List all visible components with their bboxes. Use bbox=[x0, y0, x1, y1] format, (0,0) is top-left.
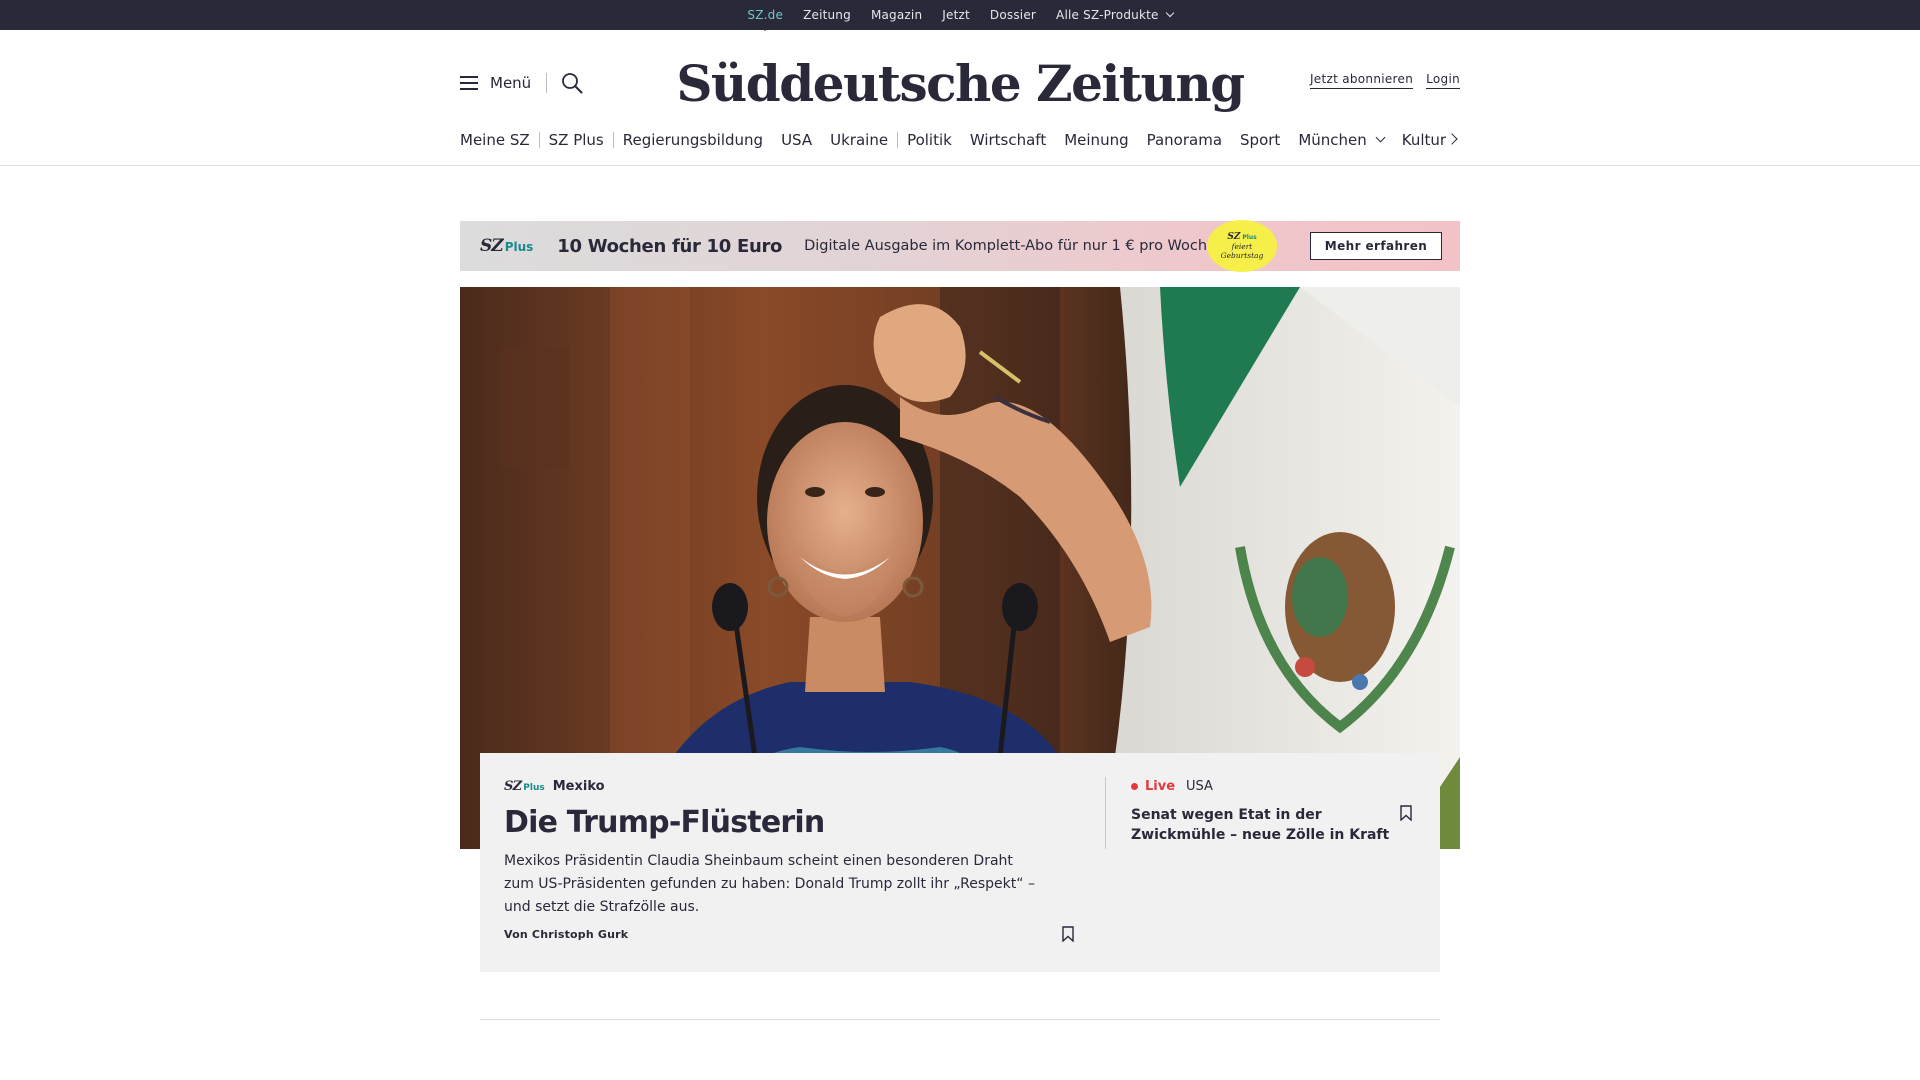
topbar-link-szde[interactable]: SZ.de bbox=[747, 8, 783, 31]
topbar-link-magazin[interactable]: Magazin bbox=[871, 8, 922, 22]
badge-line-1: feiert bbox=[1231, 242, 1253, 251]
badge-brand-sz: SZ bbox=[1227, 232, 1241, 242]
main-nav: Meine SZ SZ Plus Regierungsbildung USA U… bbox=[460, 126, 1460, 154]
header-divider bbox=[546, 73, 547, 93]
bookmark-icon[interactable] bbox=[1400, 805, 1412, 821]
header-divider-line bbox=[0, 165, 1920, 166]
menu-button[interactable]: Menü bbox=[460, 74, 531, 92]
nav-item-wirtschaft[interactable]: Wirtschaft bbox=[961, 131, 1055, 149]
card-brand-plus: Plus bbox=[523, 783, 545, 793]
sz-plus-badge: SZ Plus bbox=[504, 779, 545, 794]
promo-brand-sz: SZ bbox=[480, 236, 504, 256]
topbar-link-dossier[interactable]: Dossier bbox=[990, 8, 1036, 22]
site-logo[interactable]: Süddeutsche Zeitung bbox=[676, 48, 1245, 118]
promo-headline: 10 Wochen für 10 Euro bbox=[557, 235, 783, 257]
card-brand-sz: SZ bbox=[504, 779, 522, 794]
section-divider bbox=[480, 1019, 1440, 1020]
chevron-down-icon bbox=[1165, 8, 1174, 18]
nav-item-regierungsbildung[interactable]: Regierungsbildung bbox=[614, 131, 772, 149]
sz-plus-logo: SZ Plus bbox=[480, 236, 533, 256]
promo-banner[interactable]: SZ Plus 10 Wochen für 10 Euro Digitale Au… bbox=[460, 220, 1460, 272]
nav-item-ukraine[interactable]: Ukraine bbox=[821, 131, 897, 149]
nav-item-sport[interactable]: Sport bbox=[1231, 131, 1289, 149]
chevron-down-icon bbox=[1375, 132, 1386, 142]
account-links: Jetzt abonnieren Login bbox=[1309, 72, 1460, 89]
lead-article[interactable]: SZ Plus Mexiko Die Trump-Flüsterin Mexiko… bbox=[504, 779, 1064, 941]
live-category: USA bbox=[1186, 779, 1213, 794]
badge-line-2: Geburtstag bbox=[1220, 251, 1264, 260]
article-kicker: SZ Plus Mexiko bbox=[504, 779, 1064, 794]
topbar-link-zeitung[interactable]: Zeitung bbox=[803, 8, 851, 22]
nav-item-kultur[interactable]: Kultur bbox=[1393, 131, 1455, 149]
nav-item-meine-sz[interactable]: Meine SZ bbox=[460, 131, 539, 149]
badge-logo: SZ Plus bbox=[1227, 232, 1256, 242]
nav-item-sz-plus[interactable]: SZ Plus bbox=[540, 131, 613, 149]
nav-item-muenchen-label: München bbox=[1298, 131, 1367, 149]
nav-item-meinung[interactable]: Meinung bbox=[1055, 131, 1137, 149]
nav-item-usa[interactable]: USA bbox=[772, 131, 821, 149]
live-teaser[interactable]: Live USA Senat wegen Etat in der Zwickmü… bbox=[1131, 779, 1411, 845]
topbar-link-alle-produkte[interactable]: Alle SZ-Produkte bbox=[1056, 8, 1174, 22]
nav-item-panorama[interactable]: Panorama bbox=[1138, 131, 1231, 149]
menu-label: Menü bbox=[490, 74, 532, 92]
promo-brand-plus: Plus bbox=[504, 240, 534, 254]
hamburger-icon bbox=[460, 76, 478, 90]
subscribe-link[interactable]: Jetzt abonnieren bbox=[1309, 72, 1414, 89]
article-author: Von Christoph Gurk bbox=[504, 928, 629, 941]
mehr-erfahren-button[interactable]: Mehr erfahren bbox=[1310, 232, 1442, 260]
topbar-link-jetzt[interactable]: Jetzt bbox=[942, 8, 970, 22]
kicker-label: Mexiko bbox=[552, 779, 605, 794]
article-teaser-text: Mexikos Präsidentin Claudia Sheinbaum sc… bbox=[504, 853, 1035, 915]
alle-produkte-label: Alle SZ-Produkte bbox=[1056, 8, 1159, 22]
site-header: Menü Süddeutsche Zeitung Jetzt abonniere… bbox=[460, 30, 1460, 136]
top-bar: SZ.de Zeitung Magazin Jetzt Dossier Alle… bbox=[0, 0, 1920, 31]
card-divider bbox=[1105, 777, 1106, 849]
nav-item-politik[interactable]: Politik bbox=[898, 131, 961, 149]
promo-description: Digitale Ausgabe im Komplett-Abo für nur… bbox=[804, 238, 1221, 254]
article-title[interactable]: Die Trump-Flüsterin bbox=[504, 805, 1064, 840]
nav-item-muenchen[interactable]: München bbox=[1289, 131, 1392, 149]
search-icon[interactable] bbox=[561, 72, 583, 94]
live-article-title[interactable]: Senat wegen Etat in der Zwickmühle – neu… bbox=[1131, 805, 1391, 845]
bookmark-icon[interactable] bbox=[1062, 926, 1074, 942]
live-dot-icon bbox=[1131, 783, 1138, 790]
birthday-badge: SZ Plus feiert Geburtstag bbox=[1207, 220, 1277, 272]
lead-teaser-card[interactable]: SZ Plus Mexiko Die Trump-Flüsterin Mexiko… bbox=[480, 753, 1440, 972]
live-kicker: Live USA bbox=[1131, 779, 1411, 794]
live-label: Live bbox=[1145, 779, 1176, 794]
login-link[interactable]: Login bbox=[1426, 72, 1460, 89]
badge-brand-plus: Plus bbox=[1242, 234, 1257, 241]
